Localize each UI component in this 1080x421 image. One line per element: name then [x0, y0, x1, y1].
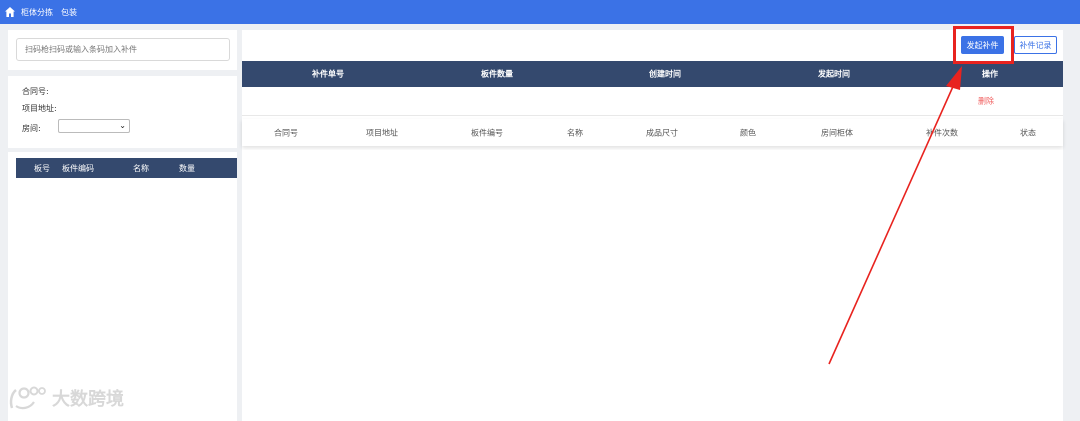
column-board-no: 板号 — [34, 163, 50, 173]
nav-item-cabinet-sorting[interactable]: 柜体分拣 — [21, 7, 53, 18]
column-room-cabinet: 房间柜体 — [821, 128, 853, 137]
annotation-highlight-box — [953, 26, 1014, 64]
top-nav-bar: 柜体分拣 包装 — [0, 0, 1080, 24]
column-name: 名称 — [133, 163, 149, 173]
column-part-count: 板件数量 — [481, 69, 513, 79]
nav-item-packaging[interactable]: 包装 — [61, 7, 77, 18]
delete-link[interactable]: 删除 — [978, 96, 994, 107]
barcode-search-input[interactable]: 扫码枪扫码或输入条码加入补件 — [16, 38, 230, 61]
column-quantity: 数量 — [179, 163, 195, 173]
replenish-record-button[interactable]: 补件记录 — [1014, 36, 1057, 54]
search-panel: 扫码枪扫码或输入条码加入补件 — [8, 30, 237, 70]
column-contract-no: 合同号 — [274, 128, 298, 137]
column-part-number: 板件编号 — [471, 128, 503, 137]
column-part-code: 板件编码 — [62, 163, 94, 173]
chevron-down-icon: ⌄ — [119, 121, 126, 130]
contract-label: 合同号: — [22, 87, 49, 96]
room-label: 房间: — [22, 124, 41, 133]
project-address-label: 项目地址: — [22, 104, 57, 113]
home-icon[interactable] — [4, 6, 16, 18]
watermark-text: 大数跨境 — [52, 389, 124, 410]
column-initiated-time: 发起时间 — [818, 69, 850, 79]
replenish-table-header: 补件单号 板件数量 创建时间 发起时间 操作 — [242, 61, 1063, 87]
column-finished-size: 成品尺寸 — [646, 128, 678, 137]
column-created-time: 创建时间 — [649, 69, 681, 79]
room-select[interactable]: ⌄ — [58, 119, 130, 133]
column-replenish-count: 补件次数 — [926, 128, 958, 137]
column-status: 状态 — [1020, 128, 1036, 137]
order-info-panel: 合同号: 项目地址: 房间: ⌄ — [8, 76, 237, 148]
parts-list-header: 板号 板件编码 名称 数量 — [16, 158, 237, 178]
watermark-logo-icon — [9, 386, 46, 410]
main-panel: 发起补件 补件记录 补件单号 板件数量 创建时间 发起时间 操作 删除 合同号 … — [242, 30, 1063, 421]
column-replenish-no: 补件单号 — [312, 69, 344, 79]
parts-list-panel: 板号 板件编码 名称 数量 — [8, 152, 237, 421]
column-project-address: 项目地址 — [366, 128, 398, 137]
detail-table-body — [242, 150, 1063, 421]
table-row: 删除 — [242, 87, 1063, 116]
detail-table-header: 合同号 项目地址 板件编号 名称 成品尺寸 颜色 房间柜体 补件次数 状态 — [242, 119, 1063, 146]
watermark: 大数跨境 — [8, 384, 124, 412]
column-detail-name: 名称 — [567, 128, 583, 137]
column-actions: 操作 — [982, 69, 998, 79]
column-color: 颜色 — [740, 128, 756, 137]
